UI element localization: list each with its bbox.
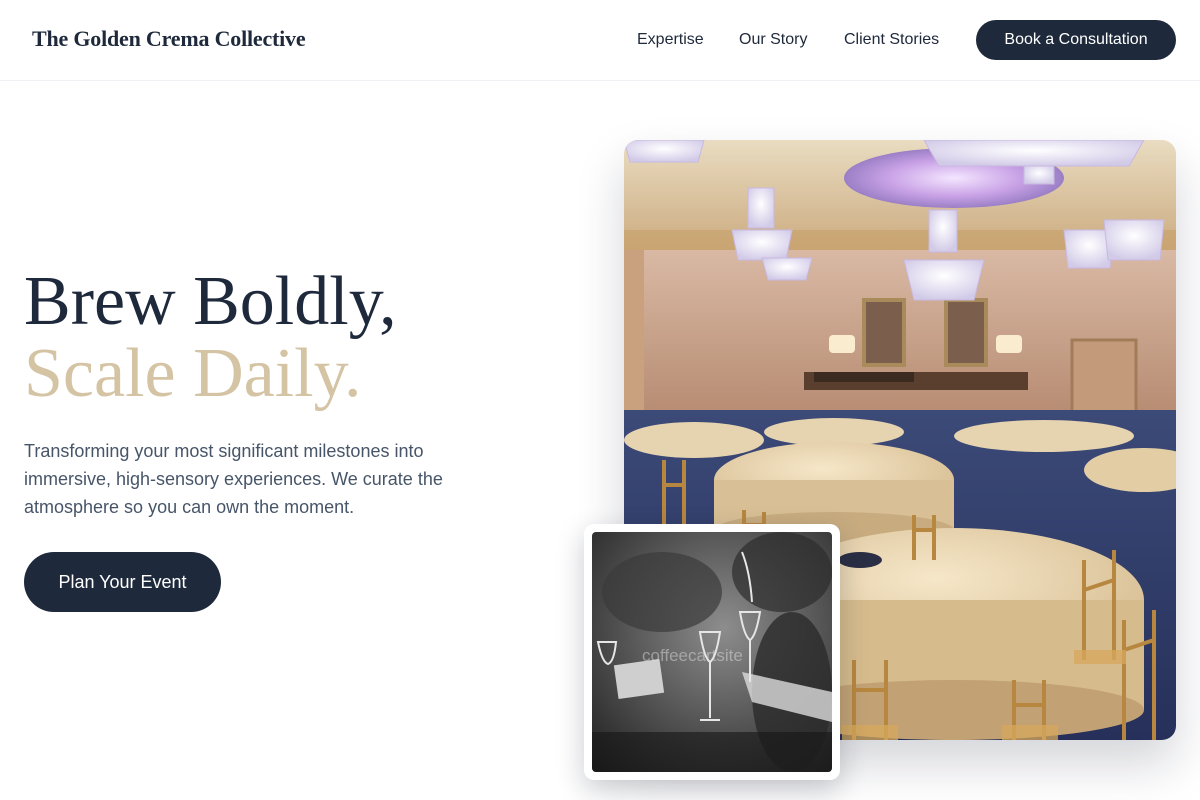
- hero-title-line-1: Brew Boldly,: [24, 263, 397, 340]
- brand-logo[interactable]: The Golden Crema Collective: [32, 26, 306, 52]
- hero-description: Transforming your most significant miles…: [24, 441, 443, 517]
- nav-link-client-stories[interactable]: Client Stories: [844, 31, 939, 49]
- champagne-toast-image: coffeecartsite: [584, 524, 840, 780]
- nav-link-our-story[interactable]: Our Story: [739, 31, 807, 49]
- nav-link-expertise[interactable]: Expertise: [637, 31, 704, 49]
- hero-title-line-2: Scale Daily.: [24, 335, 362, 412]
- plan-event-button[interactable]: Plan Your Event: [24, 552, 221, 612]
- book-consultation-button[interactable]: Book a Consultation: [976, 20, 1176, 60]
- champagne-toast-frame: coffeecartsite: [592, 532, 832, 772]
- image-watermark: coffeecartsite: [642, 646, 743, 665]
- hero-title: Brew Boldly, Scale Daily.: [24, 266, 397, 410]
- site-header: The Golden Crema Collective Expertise Ou…: [0, 0, 1200, 81]
